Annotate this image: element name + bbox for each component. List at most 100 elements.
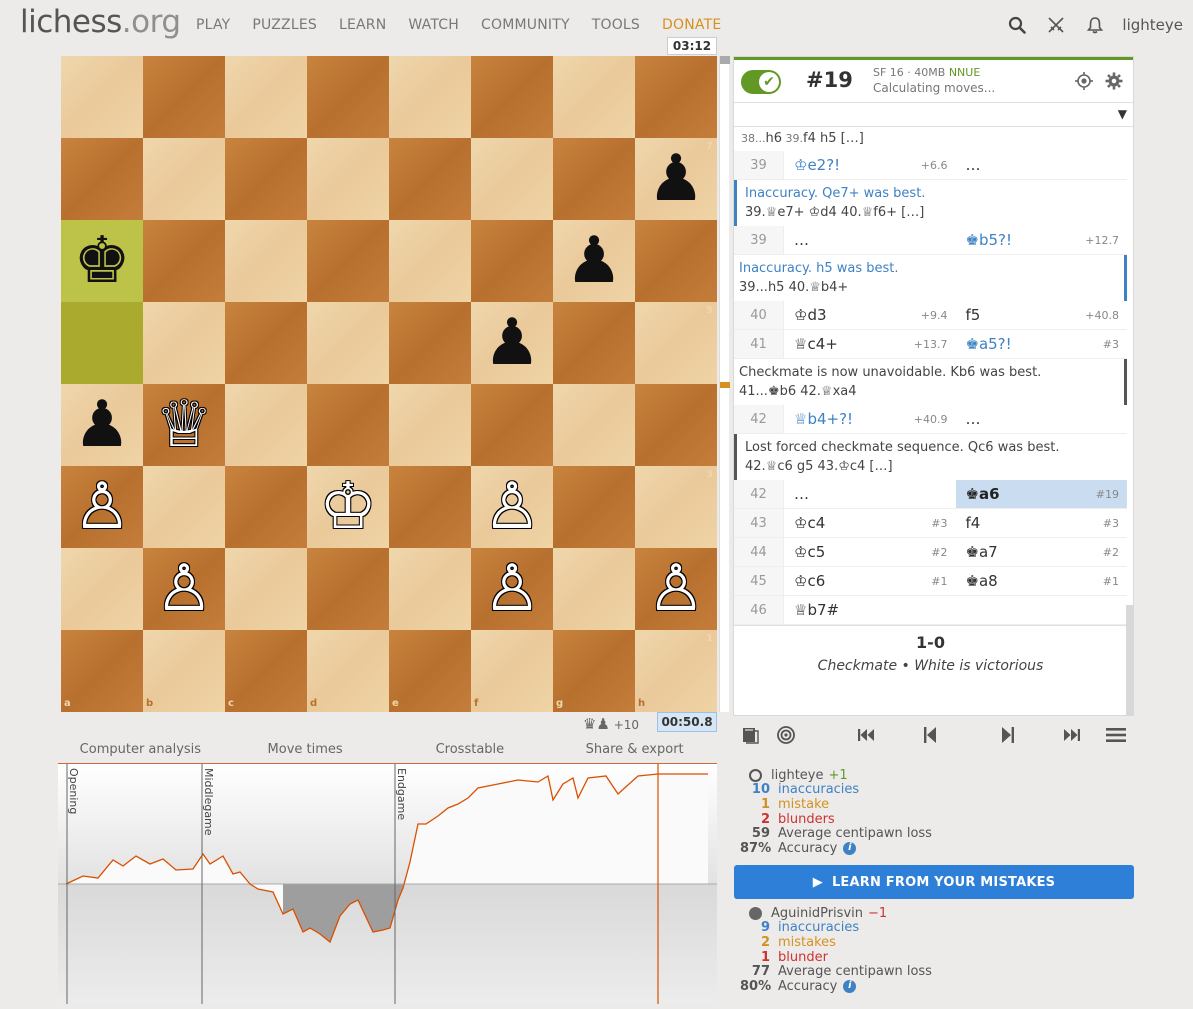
stat-label[interactable]: mistake (778, 797, 829, 813)
square-e2[interactable] (389, 548, 471, 630)
black-king-a6[interactable]: ♚ (61, 220, 143, 302)
square-b7[interactable] (143, 138, 225, 220)
nav-learn[interactable]: LEARN (339, 17, 386, 33)
square-a8[interactable] (61, 56, 143, 138)
nav-donate[interactable]: DONATE (662, 17, 721, 33)
square-d4[interactable] (307, 384, 389, 466)
square-d1[interactable] (307, 630, 389, 712)
nav-community[interactable]: COMMUNITY (481, 17, 570, 33)
search-icon[interactable] (1006, 14, 1028, 36)
square-f8[interactable] (471, 56, 553, 138)
tab-computer-analysis[interactable]: Computer analysis (58, 740, 223, 763)
white-pawn-h2[interactable]: ♙ (635, 548, 717, 630)
white-pawn-b2[interactable]: ♙ (143, 548, 225, 630)
square-e1[interactable] (389, 630, 471, 712)
square-e6[interactable] (389, 220, 471, 302)
first-move-icon[interactable] (853, 724, 879, 746)
black-pawn-a4[interactable]: ♟ (61, 384, 143, 466)
stat-label[interactable]: inaccuracies (778, 920, 859, 936)
white-move[interactable]: ♕b7# (784, 596, 956, 624)
black-pawn-f5[interactable]: ♟ (471, 302, 553, 384)
square-g1[interactable] (553, 630, 635, 712)
white-move[interactable]: … (784, 226, 956, 254)
pv-selector[interactable]: ▼ (734, 103, 1133, 127)
white-king-d3[interactable]: ♔ (307, 466, 389, 548)
square-a5[interactable] (61, 302, 143, 384)
variation-line[interactable]: 38...h6 39.f4 h5 […] (734, 127, 1127, 151)
white-move[interactable]: ♔c6 #1 (784, 567, 956, 595)
book-icon[interactable] (737, 724, 763, 746)
black-move[interactable]: ♚a8 #1 (956, 567, 1128, 595)
square-e4[interactable] (389, 384, 471, 466)
white-queen-b4[interactable]: ♕ (143, 384, 225, 466)
white-move[interactable]: ♔e2?! +6.6 (784, 151, 956, 179)
square-h1[interactable] (635, 630, 717, 712)
nav-play[interactable]: PLAY (196, 17, 230, 33)
square-g2[interactable] (553, 548, 635, 630)
black-move[interactable]: … (956, 151, 1128, 179)
last-move-icon[interactable] (1059, 724, 1085, 746)
square-f6[interactable] (471, 220, 553, 302)
swords-icon[interactable] (1045, 14, 1067, 36)
white-player-name[interactable]: lighteye (771, 768, 824, 783)
stat-label[interactable]: inaccuracies (778, 782, 859, 798)
square-b1[interactable] (143, 630, 225, 712)
square-g8[interactable] (553, 56, 635, 138)
black-move[interactable]: ♚b5?! +12.7 (956, 226, 1128, 254)
practice-target-icon[interactable] (773, 724, 799, 746)
tab-crosstable[interactable]: Crosstable (388, 740, 553, 763)
square-e7[interactable] (389, 138, 471, 220)
square-a2[interactable] (61, 548, 143, 630)
square-c8[interactable] (225, 56, 307, 138)
nav-puzzles[interactable]: PUZZLES (252, 17, 317, 33)
square-c2[interactable] (225, 548, 307, 630)
comment-variation[interactable]: 41...♚b6 42.♕xa4 (739, 382, 1118, 401)
square-g5[interactable] (553, 302, 635, 384)
prev-move-icon[interactable] (917, 724, 943, 746)
black-move[interactable] (956, 596, 1128, 624)
white-pawn-f3[interactable]: ♙ (471, 466, 553, 548)
square-f7[interactable] (471, 138, 553, 220)
stat-label[interactable]: blunder (778, 950, 828, 966)
square-h6[interactable] (635, 220, 717, 302)
square-c7[interactable] (225, 138, 307, 220)
square-a7[interactable] (61, 138, 143, 220)
white-move[interactable]: … (784, 480, 956, 508)
square-f1[interactable] (471, 630, 553, 712)
nav-tools[interactable]: TOOLS (592, 17, 640, 33)
tab-move-times[interactable]: Move times (223, 740, 388, 763)
site-logo[interactable]: lichess.org (20, 4, 181, 40)
square-e8[interactable] (389, 56, 471, 138)
square-c4[interactable] (225, 384, 307, 466)
square-h5[interactable] (635, 302, 717, 384)
white-move[interactable]: ♕b4+?! +40.9 (784, 405, 956, 433)
black-move[interactable]: ♚a5?! #3 (956, 330, 1128, 358)
comment-variation[interactable]: 39...h5 40.♕b4+ (739, 278, 1118, 297)
square-g7[interactable] (553, 138, 635, 220)
square-c6[interactable] (225, 220, 307, 302)
square-b8[interactable] (143, 56, 225, 138)
square-c3[interactable] (225, 466, 307, 548)
comment-variation[interactable]: 39.♕e7+ ♔d4 40.♕f6+ […] (745, 203, 1121, 222)
white-pawn-f2[interactable]: ♙ (471, 548, 553, 630)
menu-icon[interactable] (1103, 724, 1129, 746)
square-f4[interactable] (471, 384, 553, 466)
black-move[interactable]: f5 +40.8 (956, 301, 1128, 329)
black-move[interactable]: ♚a6 #19 (955, 480, 1127, 508)
black-pawn-g6[interactable]: ♟ (553, 220, 635, 302)
stat-label[interactable]: blunders (778, 812, 835, 828)
white-pawn-a3[interactable]: ♙ (61, 466, 143, 548)
info-icon[interactable]: i (843, 980, 857, 994)
black-move[interactable]: … (956, 405, 1128, 433)
square-e5[interactable] (389, 302, 471, 384)
square-g4[interactable] (553, 384, 635, 466)
square-b3[interactable] (143, 466, 225, 548)
engine-toggle[interactable]: ✔ (741, 70, 781, 94)
square-d7[interactable] (307, 138, 389, 220)
gear-icon[interactable] (1105, 72, 1123, 94)
square-c5[interactable] (225, 302, 307, 384)
square-c1[interactable] (225, 630, 307, 712)
info-icon[interactable]: i (843, 842, 857, 856)
square-b6[interactable] (143, 220, 225, 302)
square-d2[interactable] (307, 548, 389, 630)
